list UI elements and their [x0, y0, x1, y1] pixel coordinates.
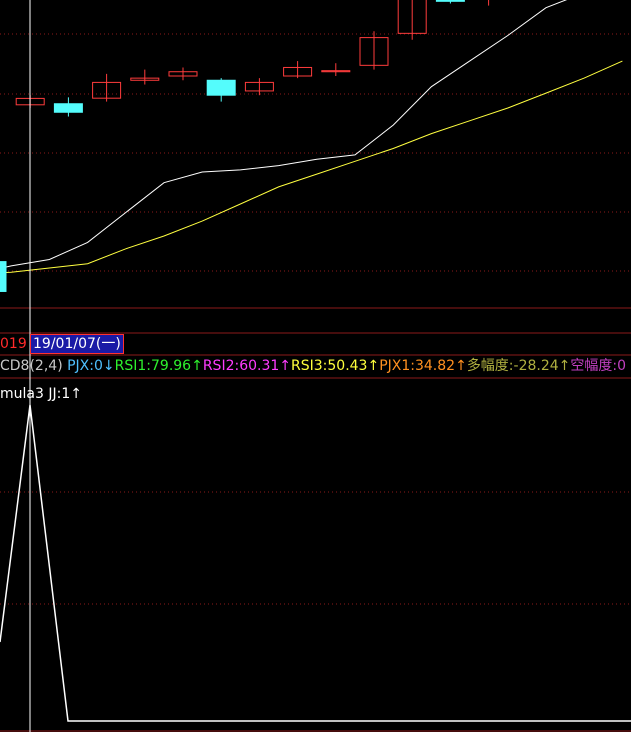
formula-arrow: ↑ [70, 386, 82, 402]
ma-long-line [0, 60, 623, 274]
indicator-item: PJX1:34.82↑ [379, 358, 467, 374]
cursor-date-label: 19/01/07(一) [30, 334, 124, 354]
jj-indicator-series [0, 404, 631, 722]
indicator-name: CD8(2,4) [0, 358, 63, 374]
formula-name: mula3 [0, 386, 44, 402]
jj-line [0, 404, 631, 722]
indicator-item: 多幅度:-28.24↑ [466, 358, 571, 374]
formula-header: mula3 JJ:1↑ [0, 385, 82, 403]
candle-body [53, 103, 83, 113]
formula-label: JJ: [48, 386, 62, 402]
ma-short-line [0, 0, 568, 269]
candlestick-series [0, 0, 490, 292]
formula-value: JJ:1↑ [48, 386, 82, 402]
indicator-header: CD8(2,4) PJX:0↓RSI1:79.96↑RSI2:60.31↑RSI… [0, 357, 626, 375]
candle-body [435, 0, 465, 2]
indicator-item: RSI2:60.31↑ [202, 358, 292, 374]
indicator-item: 空幅度:0 [570, 358, 627, 374]
candle-body [0, 261, 7, 292]
indicator-item: RSI3:50.43↑ [291, 358, 380, 374]
indicator-item: PJX:0↓ [67, 358, 115, 374]
date-axis-bar: 019 19/01/07(一) [0, 333, 631, 355]
indicator-item: RSI1:79.96↑ [114, 358, 203, 374]
ma-long-series [0, 60, 623, 274]
grid-lines [0, 33, 631, 732]
candle-body [206, 79, 236, 96]
ma-short-series [0, 0, 568, 269]
date-year-label: 019 [0, 336, 27, 352]
formula-number: 1 [61, 386, 71, 402]
